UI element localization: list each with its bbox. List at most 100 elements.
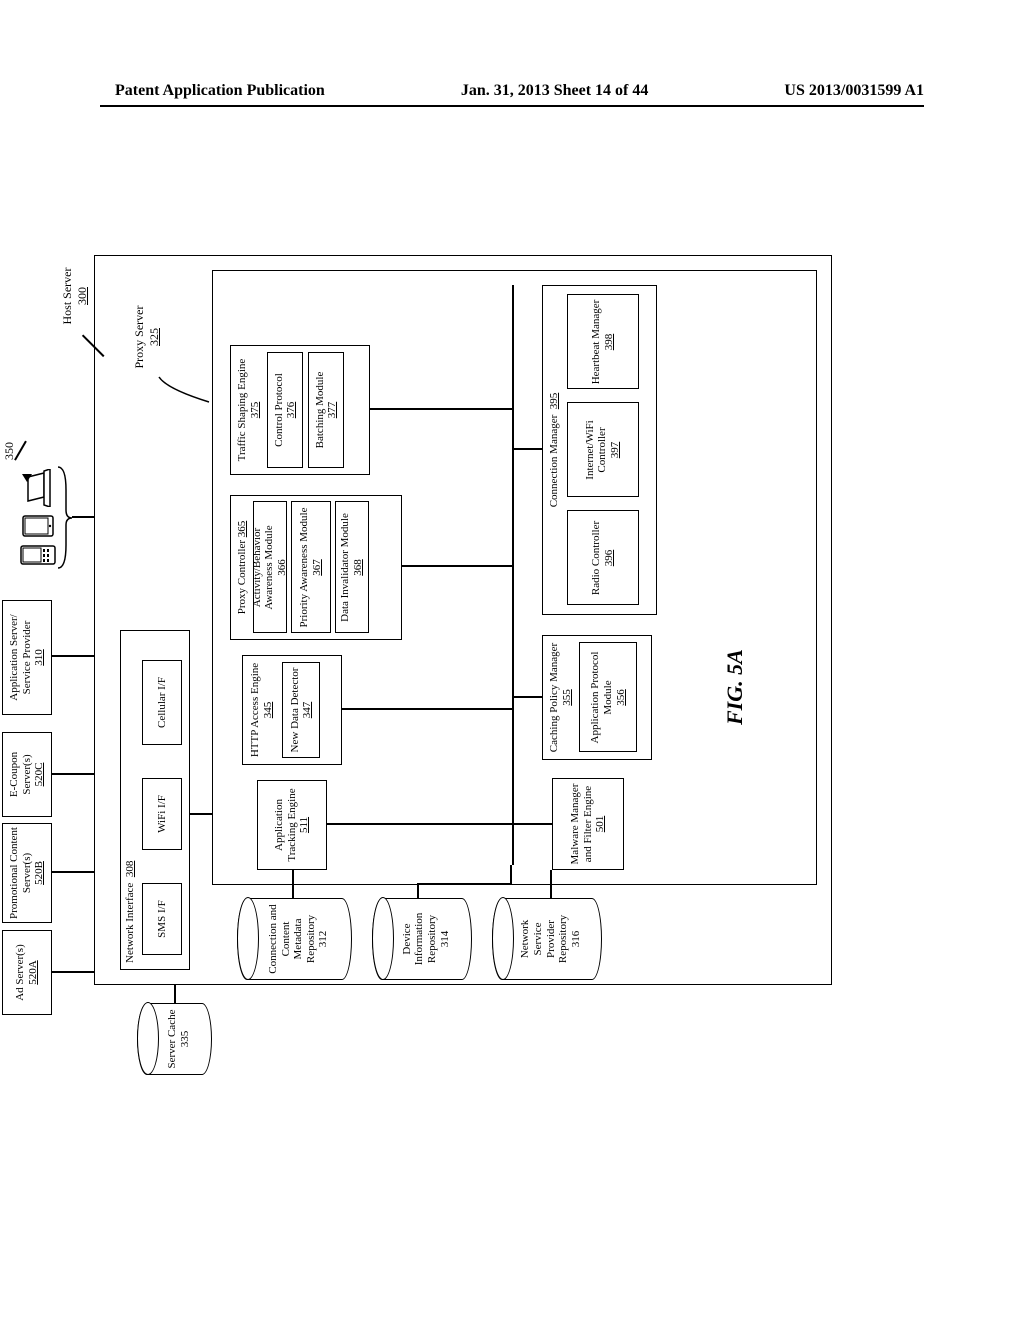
heartbeat-box: Heartbeat Manager 398 — [567, 295, 639, 390]
dev-info-ref: 314 — [439, 931, 451, 948]
connector — [52, 872, 94, 874]
batching-box: Batching Module 377 — [308, 352, 344, 468]
connector — [370, 409, 512, 411]
net-svc-title: Network Service Provider Repository — [519, 915, 569, 963]
connector — [190, 814, 212, 816]
connector — [417, 884, 512, 886]
net-svc-ref: 316 — [570, 931, 582, 948]
data-inval-box: Data Invalidator Module 368 — [335, 502, 369, 634]
connector — [402, 566, 512, 568]
conn-mgr-box: Connection Manager 395 Radio Controller … — [542, 285, 657, 615]
app-server-ref: 310 — [33, 649, 46, 666]
conn-mgr-ref: 395 — [548, 393, 560, 410]
app-protocol-ref: 356 — [615, 689, 628, 706]
data-inval-title: Data Invalidator Module — [339, 513, 352, 622]
header-center: Jan. 31, 2013 Sheet 14 of 44 — [461, 82, 649, 100]
header-rule — [100, 105, 924, 107]
control-proto-title: Control Protocol — [273, 373, 286, 447]
control-proto-box: Control Protocol 376 — [267, 352, 303, 468]
ad-servers-box: Ad Server(s) 520A — [2, 930, 52, 1015]
app-protocol-title: Application Protocol Module — [589, 646, 614, 750]
dev-info-title: Device Information Repository — [401, 913, 438, 966]
radio-ref: 396 — [603, 550, 616, 567]
dev-info-cyl: Device Information Repository 314 — [372, 898, 472, 980]
connector — [417, 885, 419, 898]
conn-mgr-title: Connection Manager — [548, 415, 560, 508]
connector — [512, 697, 542, 699]
app-server-title: Application Server/ Service Provider — [8, 603, 33, 712]
network-interface-ref: 308 — [124, 861, 136, 878]
header-right: US 2013/0031599 A1 — [784, 82, 924, 100]
tablet-icon — [22, 515, 54, 537]
cellular-if-box: Cellular I/F — [142, 660, 182, 745]
priority-title: Priority Awareness Module — [298, 508, 311, 628]
conn-meta-ref: 312 — [317, 931, 329, 948]
caching-policy-box: Caching Policy Manager 355 Application P… — [542, 635, 652, 760]
wifi-if-label: WiFi I/F — [156, 795, 169, 833]
promo-servers-box: Promotional Content Server(s) 520B — [2, 823, 52, 923]
proxy-server-label: Proxy Server 325 — [132, 297, 162, 377]
control-proto-ref: 376 — [285, 402, 298, 419]
priority-box: Priority Awareness Module 367 — [291, 502, 331, 634]
connector — [174, 985, 176, 1003]
ecoupon-title: E-Coupon Server(s) — [8, 735, 33, 814]
server-cache-title: Server Cache — [166, 1010, 178, 1069]
bus-line — [512, 285, 514, 865]
app-tracking-ref: 511 — [298, 817, 311, 833]
connector — [327, 824, 512, 826]
conn-meta-cyl: Connection and Content Metadata Reposito… — [237, 898, 352, 980]
app-tracking-title: Application Tracking Engine — [273, 783, 298, 867]
connector — [292, 870, 294, 898]
sms-if-label: SMS I/F — [156, 900, 169, 938]
wifi-if-box: WiFi I/F — [142, 778, 182, 850]
activity-ref: 366 — [276, 559, 289, 576]
priority-ref: 367 — [311, 559, 324, 576]
connector — [52, 656, 94, 658]
activity-box: Activity/Behavior Awareness Module 366 — [253, 502, 287, 634]
app-tracking-box: Application Tracking Engine 511 — [257, 780, 327, 870]
leader-line — [157, 375, 212, 407]
radio-title: Radio Controller — [590, 521, 603, 595]
http-access-box: HTTP Access Engine 345 New Data Detector… — [242, 655, 342, 765]
malware-title: Malware Manager and Filter Engine — [569, 781, 594, 867]
server-cache-cyl: Server Cache 335 — [137, 1003, 212, 1075]
internet-wifi-box: Internet/WiFi Controller 397 — [567, 403, 639, 498]
proxy-ctrl-title: Proxy Controller — [236, 540, 248, 614]
connector — [52, 774, 94, 776]
promo-ref: 520B — [33, 861, 46, 885]
connector — [72, 517, 94, 519]
app-protocol-box: Application Protocol Module 356 — [579, 643, 637, 753]
ad-servers-title: Ad Server(s) — [14, 944, 27, 1001]
connector — [510, 865, 512, 885]
http-access-title: HTTP Access Engine — [249, 663, 262, 757]
arrow-icon — [22, 474, 32, 482]
new-data-box: New Data Detector 347 — [282, 662, 320, 758]
connector — [512, 449, 542, 451]
proxy-controller-box: Proxy Controller 365 Activity/Behavior A… — [230, 495, 402, 640]
ecoupon-ref: 520C — [33, 763, 46, 787]
server-cache-ref: 335 — [179, 1031, 191, 1048]
data-inval-ref: 368 — [352, 559, 365, 576]
internet-wifi-ref: 397 — [609, 442, 622, 459]
traffic-shaping-ref: 375 — [249, 402, 262, 419]
network-interface-title: Network Interface — [124, 883, 136, 963]
proxy-ctrl-ref: 365 — [236, 521, 248, 538]
sms-if-box: SMS I/F — [142, 883, 182, 955]
connector — [52, 972, 94, 974]
phone-icon — [20, 545, 56, 565]
new-data-ref: 347 — [301, 702, 314, 719]
app-server-box: Application Server/ Service Provider 310 — [2, 600, 52, 715]
internet-wifi-title: Internet/WiFi Controller — [584, 406, 609, 495]
caching-policy-ref: 355 — [561, 689, 574, 706]
connector — [512, 824, 552, 826]
heartbeat-title: Heartbeat Manager — [590, 300, 603, 385]
ad-servers-ref: 520A — [27, 960, 40, 984]
batching-ref: 377 — [326, 402, 339, 419]
malware-ref: 501 — [594, 816, 607, 833]
figure-label: FIG. 5A — [722, 649, 748, 725]
conn-meta-title: Connection and Content Metadata Reposito… — [267, 904, 317, 973]
ecoupon-servers-box: E-Coupon Server(s) 520C — [2, 732, 52, 817]
activity-title: Activity/Behavior Awareness Module — [251, 505, 276, 631]
heartbeat-ref: 398 — [603, 334, 616, 351]
net-svc-cyl: Network Service Provider Repository 316 — [492, 898, 602, 980]
